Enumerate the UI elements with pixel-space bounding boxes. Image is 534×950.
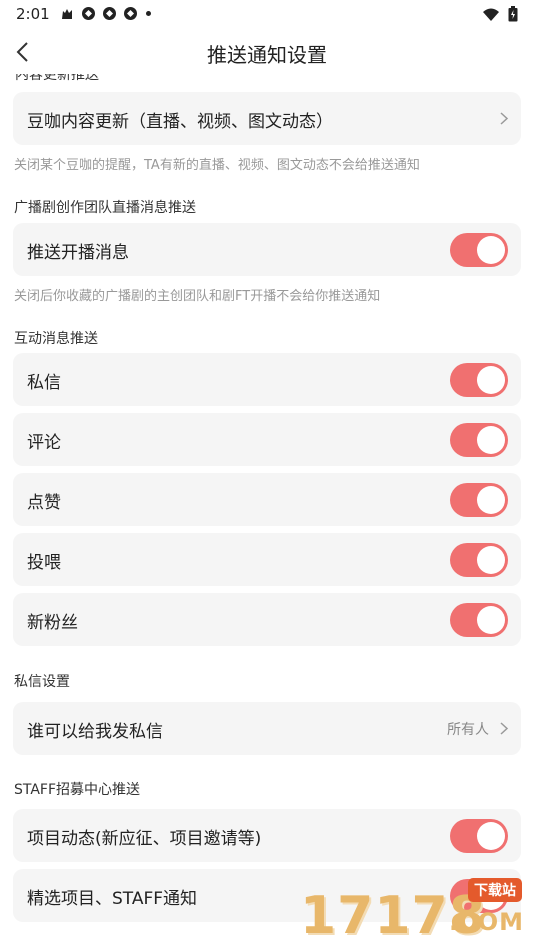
status-bar: 2:01 (0, 0, 534, 30)
section-title-live: 广播剧创作团队直播消息推送 (14, 200, 196, 216)
like-push-label: 点赞 (27, 493, 61, 513)
toggle-knob (477, 822, 505, 850)
dm-push-toggle[interactable] (450, 363, 508, 397)
toggle-knob (477, 236, 505, 264)
status-time: 2:01 (16, 5, 50, 23)
feed-push-row: 投喂 (13, 533, 521, 586)
douka-update-label: 豆咖内容更新（直播、视频、图文动态） (27, 112, 333, 132)
douka-update-row[interactable]: 豆咖内容更新（直播、视频、图文动态） (13, 92, 521, 145)
section-title-dm-settings: 私信设置 (14, 674, 70, 690)
watermark-logo: 17178 下载站 .COM (300, 876, 530, 946)
toggle-knob (477, 546, 505, 574)
wifi-icon (482, 7, 500, 26)
section-title-staff: STAFF招募中心推送 (14, 782, 141, 798)
toggle-knob (477, 486, 505, 514)
dot-icon (146, 11, 151, 16)
app-icon (81, 6, 96, 21)
watermark-badge: 下载站 (468, 878, 522, 902)
like-push-row: 点赞 (13, 473, 521, 526)
like-push-toggle[interactable] (450, 483, 508, 517)
new-fans-push-row: 新粉丝 (13, 593, 521, 646)
chevron-right-icon (499, 721, 509, 736)
feed-push-toggle[interactable] (450, 543, 508, 577)
section-title-interaction: 互动消息推送 (14, 331, 98, 347)
project-updates-row: 项目动态(新应征、项目邀请等) (13, 809, 521, 862)
push-live-label: 推送开播消息 (27, 243, 129, 263)
status-notification-icons (60, 6, 151, 21)
push-live-toggle[interactable] (450, 233, 508, 267)
watermark-com: .COM (448, 908, 524, 936)
app-icon (123, 6, 138, 21)
featured-projects-label: 精选项目、STAFF通知 (27, 889, 198, 909)
feed-push-label: 投喂 (27, 553, 61, 573)
new-fans-push-toggle[interactable] (450, 603, 508, 637)
toggle-knob (477, 366, 505, 394)
app-icon (102, 6, 117, 21)
toggle-knob (477, 426, 505, 454)
status-system-icons (482, 6, 518, 26)
who-can-dm-row[interactable]: 谁可以给我发私信 所有人 (13, 702, 521, 755)
toggle-knob (477, 606, 505, 634)
section-title-content-update: 内容更新推送 (15, 74, 99, 83)
douka-update-hint: 关闭某个豆咖的提醒，TA有新的直播、视频、图文动态不会给推送通知 (14, 158, 420, 173)
chevron-right-icon (499, 111, 509, 126)
comment-push-toggle[interactable] (450, 423, 508, 457)
dm-push-label: 私信 (27, 373, 61, 393)
who-can-dm-label: 谁可以给我发私信 (27, 722, 163, 742)
project-updates-label: 项目动态(新应征、项目邀请等) (27, 829, 262, 849)
settings-list[interactable]: 内容更新推送 豆咖内容更新（直播、视频、图文动态） 关闭某个豆咖的提醒，TA有新… (0, 74, 534, 950)
comment-push-row: 评论 (13, 413, 521, 466)
project-updates-toggle[interactable] (450, 819, 508, 853)
who-can-dm-value: 所有人 (447, 722, 489, 738)
new-fans-push-label: 新粉丝 (27, 613, 78, 633)
page-title: 推送通知设置 (207, 43, 327, 67)
live-hint: 关闭后你收藏的广播剧的主创团队和剧FT开播不会给你推送通知 (14, 289, 381, 304)
push-live-row: 推送开播消息 (13, 223, 521, 276)
dm-push-row: 私信 (13, 353, 521, 406)
cat-icon (60, 6, 75, 21)
nav-bar: 推送通知设置 (0, 30, 534, 74)
comment-push-label: 评论 (27, 433, 61, 453)
battery-icon (508, 6, 518, 26)
